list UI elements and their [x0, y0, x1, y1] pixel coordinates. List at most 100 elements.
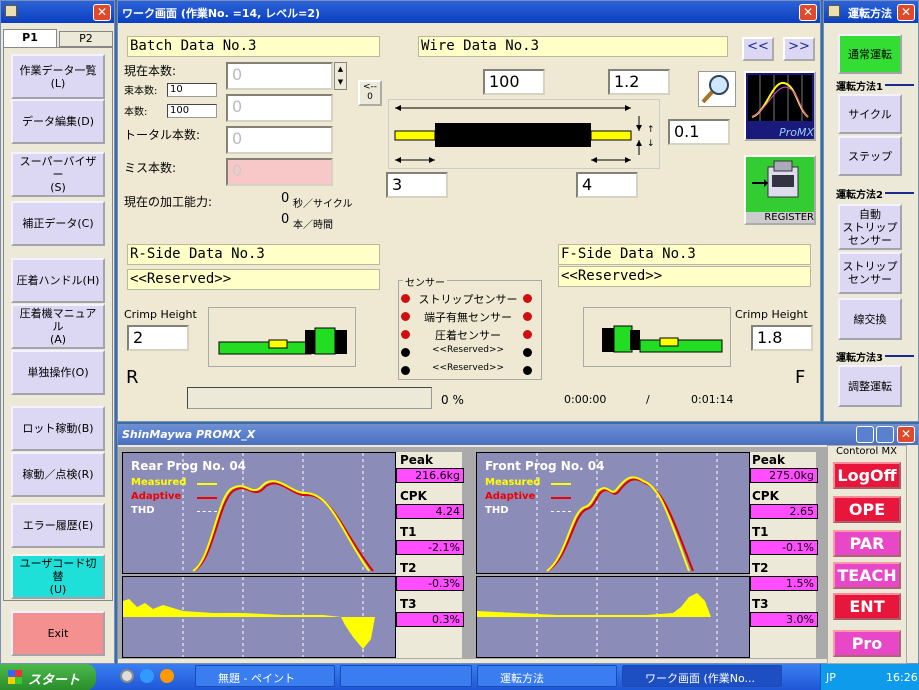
step-button[interactable]: ステップ — [838, 136, 902, 176]
reset-count-button[interactable]: <-- 0 — [358, 80, 382, 106]
lot-operation-button[interactable]: ロット稼動(B) — [11, 406, 105, 451]
logoff-button[interactable]: LogOff — [833, 462, 901, 489]
taskbar-item-operation[interactable]: 運転方法 — [477, 665, 617, 687]
supervisor-button[interactable]: スーパーバイザー (S) — [11, 152, 105, 197]
sensor-led-right — [523, 312, 532, 321]
crimp-height-r[interactable]: 2 — [127, 325, 189, 351]
front-thd-legend: THD — [485, 505, 509, 516]
adjust-operation-button[interactable]: 調整運転 — [838, 365, 902, 407]
error-history-button[interactable]: エラー履歴(E) — [11, 503, 105, 548]
right-strip-field[interactable]: 4 — [576, 172, 638, 198]
user-code-switch-button[interactable]: ユーザコード切替 (U) — [11, 554, 105, 599]
prev-button[interactable]: << — [742, 37, 774, 61]
operation-check-button[interactable]: 稼動／点検(R) — [11, 452, 105, 497]
taskbar-item-blank[interactable] — [340, 665, 472, 687]
front-t3-value: 3.0% — [750, 612, 818, 627]
sensor-led-left — [401, 366, 410, 375]
ope-button[interactable]: OPE — [833, 496, 901, 523]
batch-data: Batch Data No.3 — [127, 36, 380, 57]
par-button[interactable]: PAR — [833, 530, 901, 557]
crimp-height-label-r: Crimp Height — [124, 308, 197, 321]
front-measured-swatch — [551, 483, 571, 485]
correction-data-button[interactable]: 補正データ(C) — [11, 201, 105, 246]
taskbar-item-paint[interactable]: 無題 - ペイント — [195, 665, 335, 687]
work-titlebar: ワーク画面 (作業No. =14, レベル=2) — [118, 1, 820, 23]
capacity-seconds-unit: 秒／サイクル — [293, 199, 353, 210]
rear-t2-label: T2 — [400, 561, 417, 575]
front-t1-label: T1 — [752, 525, 769, 539]
group1-label: 運転方法1 — [834, 78, 914, 93]
quicklaunch-desktop-icon[interactable] — [120, 669, 134, 683]
windows-logo-icon — [8, 670, 22, 684]
register-button[interactable]: REGISTER — [744, 155, 816, 225]
miss-count-label: ミス本数: — [124, 161, 177, 175]
rear-measured-swatch — [197, 483, 217, 485]
close-icon[interactable]: ✕ — [799, 4, 817, 21]
crimp-manual-button[interactable]: 圧着機マニュアル (A) — [11, 304, 105, 349]
taskbar-item-work[interactable]: ワーク画面 (作業No... — [622, 665, 782, 687]
rear-peak-value: 216.6kg — [396, 468, 464, 483]
quicklaunch-ie-icon[interactable] — [140, 669, 154, 683]
strip-gap-field[interactable]: 0.1 — [668, 119, 730, 145]
sensor-label: <<Reserved>> — [431, 345, 505, 355]
maximize-icon[interactable] — [876, 426, 894, 443]
sensor-label: 端子有無センサー — [424, 311, 512, 324]
ent-button[interactable]: ENT — [833, 593, 901, 620]
bundle-label: 束本数: — [124, 86, 158, 97]
close-icon[interactable]: ✕ — [897, 4, 915, 21]
rear-adaptive-legend: Adaptive — [131, 491, 182, 502]
bundle-field[interactable]: 10 — [167, 83, 217, 97]
r-side-data: R-Side Data No.3 — [127, 244, 380, 265]
magnifier-button[interactable] — [698, 71, 736, 107]
left-strip-field[interactable]: 3 — [386, 172, 448, 198]
crimp-handle-button[interactable]: 圧着ハンドル(H) — [11, 258, 105, 303]
total-count-field[interactable]: 0 — [226, 126, 333, 154]
pro-button[interactable]: Pro — [833, 630, 901, 657]
close-icon[interactable]: ✕ — [897, 426, 915, 443]
f-terminal-svg — [602, 325, 723, 353]
miss-count-field[interactable]: 0 — [226, 158, 333, 186]
data-edit-button[interactable]: データ編集(D) — [11, 99, 105, 144]
single-operation-button[interactable]: 単独操作(O) — [11, 350, 105, 395]
tab-p1[interactable]: P1 — [3, 29, 57, 47]
quicklaunch-media-icon[interactable] — [160, 669, 174, 683]
rear-thd-chart — [122, 576, 396, 658]
rear-cpk-label: CPK — [400, 489, 427, 503]
time-separator: / — [646, 393, 650, 406]
rear-thd-swatch — [197, 511, 217, 512]
teach-button[interactable]: TEACH — [833, 562, 901, 589]
front-force-chart: Front Prog No. 04 Measured Adaptive THD — [476, 452, 750, 574]
middle-count-field[interactable]: 0 — [226, 94, 333, 122]
current-count-field[interactable]: 0 — [226, 62, 333, 90]
wire-change-button[interactable]: 線交換 — [838, 298, 902, 340]
lang-indicator[interactable]: JP — [826, 671, 836, 684]
sensor-led-left — [401, 348, 410, 357]
minimize-icon[interactable] — [856, 426, 874, 443]
wire-gauge-field[interactable]: 1.2 — [608, 69, 670, 95]
sensor-led-left — [401, 312, 410, 321]
sensor-led-right — [523, 330, 532, 339]
spin-icon[interactable]: ▲ ▼ — [334, 62, 347, 90]
sensor-led-left — [401, 330, 410, 339]
promx-button[interactable]: ProMX — [744, 71, 816, 141]
next-button[interactable]: >> — [783, 37, 815, 61]
cycle-button[interactable]: サイクル — [838, 94, 902, 134]
rear-adaptive-swatch — [197, 497, 217, 499]
wire-length-field[interactable]: 100 — [483, 69, 545, 95]
count-field[interactable]: 100 — [167, 104, 217, 118]
sensor-led-right — [523, 366, 532, 375]
register-label: REGISTER — [746, 212, 814, 223]
normal-operation-button[interactable]: 通常運転 — [838, 34, 902, 74]
work-data-list-button[interactable]: 作業データ一覧(L) — [11, 54, 105, 99]
crimp-height-label-f: Crimp Height — [735, 308, 808, 321]
exit-button[interactable]: Exit — [11, 611, 105, 656]
front-adaptive-legend: Adaptive — [485, 491, 536, 502]
front-measured-legend: Measured — [485, 477, 541, 488]
tab-p2[interactable]: P2 — [59, 31, 113, 47]
crimp-height-f[interactable]: 1.8 — [751, 325, 813, 351]
magnifier-icon — [701, 75, 729, 104]
auto-strip-sensor-button[interactable]: 自動 ストリップ センサー — [838, 204, 902, 250]
sensor-label: <<Reserved>> — [431, 363, 505, 373]
strip-sensor-button[interactable]: ストリップ センサー — [838, 252, 902, 294]
close-icon[interactable]: ✕ — [93, 4, 111, 21]
